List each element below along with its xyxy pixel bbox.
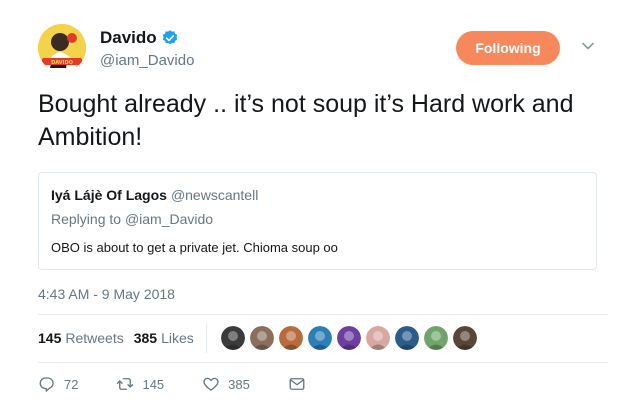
liker-avatar[interactable] [278,326,303,350]
liker-avatar[interactable] [452,326,477,350]
liker-avatar[interactable] [394,326,419,350]
reply-icon [39,377,54,392]
reply-button[interactable]: 72 [38,375,78,393]
quoted-tweet-text: OBO is about to get a private jet. Chiom… [51,240,338,255]
verified-badge-icon [162,30,177,45]
author-handle[interactable]: @iam_Davido [100,52,194,69]
author-name-row[interactable]: Davido [100,28,179,48]
retweets-count[interactable]: 145 [38,330,61,346]
quoted-tweet-header: Iyá Lájè Of Lagos @newscantell [51,187,258,203]
retweets-label[interactable]: Retweets [65,330,123,346]
likes-label[interactable]: Likes [161,330,194,346]
avatar-logo-text: DAVIDO [51,60,73,66]
liker-avatar[interactable] [307,326,332,350]
liker-avatars [220,326,482,350]
liker-avatar[interactable] [249,326,274,350]
avatar-image-icon: DAVIDO [38,24,86,72]
stats-separator [205,323,207,353]
direct-message-button[interactable] [288,375,314,393]
heart-icon [203,377,219,391]
chevron-down-icon[interactable] [580,38,596,54]
liker-avatar[interactable] [336,326,361,350]
liker-avatar[interactable] [423,326,448,350]
liker-avatar[interactable] [220,326,245,350]
author-display-name[interactable]: Davido [100,28,157,48]
reply-count: 72 [64,376,79,392]
tweet-header: DAVIDO Davido @iam_Davido Following [38,24,608,76]
tweet-timestamp[interactable]: 4:43 AM - 9 May 2018 [38,286,175,302]
divider [38,314,608,315]
replying-to-prefix: Replying to [51,211,125,227]
tweet-actions: 72 145 385 [38,374,352,394]
quoted-replying-to: Replying to @iam_Davido [51,211,213,227]
like-count: 385 [228,376,250,392]
retweet-button[interactable]: 145 [116,375,164,393]
replying-to-handle-link[interactable]: @iam_Davido [125,211,213,227]
quoted-tweet-card[interactable]: Iyá Lájè Of Lagos @newscantell Replying … [38,172,597,270]
tweet-stats: 145 Retweets 385 Likes [38,323,482,353]
tweet-text: Bought already .. it’s not soup it’s Har… [38,90,574,151]
quoted-author-name: Iyá Lájè Of Lagos [51,187,167,203]
retweet-icon [117,378,134,390]
quoted-author-handle: @newscantell [170,187,259,203]
likes-count[interactable]: 385 [134,330,157,346]
author-avatar[interactable]: DAVIDO [38,24,86,72]
retweet-count: 145 [142,376,165,392]
liker-avatar[interactable] [365,326,390,350]
divider [38,362,608,363]
following-button[interactable]: Following [456,31,560,65]
envelope-icon [289,378,305,390]
like-button[interactable]: 385 [202,375,250,393]
